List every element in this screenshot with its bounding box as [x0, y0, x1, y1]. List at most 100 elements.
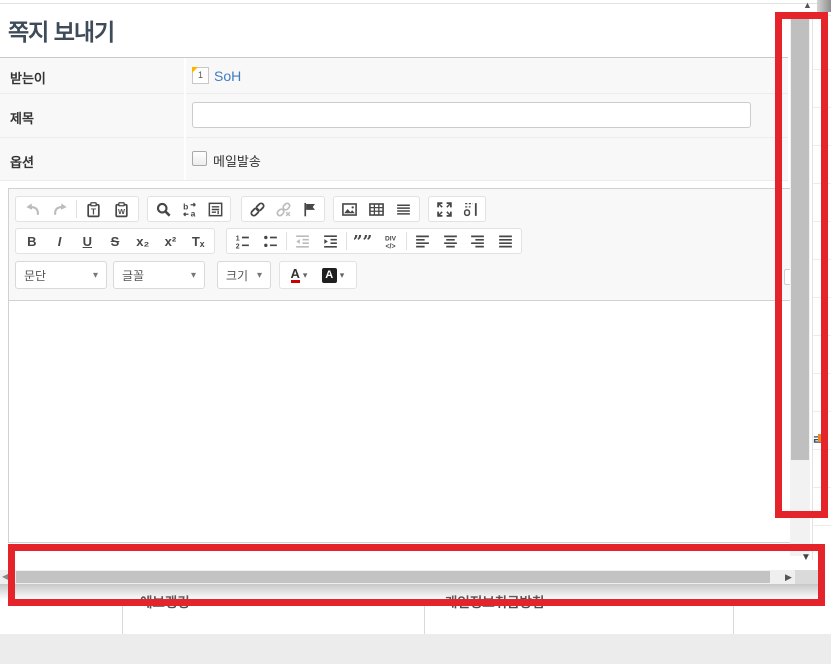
top-divider: [0, 3, 817, 4]
anchor-flag-icon: [301, 201, 318, 218]
vertical-scrollbar-track[interactable]: [790, 12, 810, 556]
chevron-down-icon: ▾: [191, 270, 196, 281]
font-dropdown[interactable]: 글꼴 ▾: [113, 261, 205, 289]
strikethrough-button[interactable]: S: [101, 230, 129, 252]
size-label: 크기: [226, 267, 248, 284]
table-button[interactable]: [363, 198, 390, 220]
decrease-indent-button[interactable]: [289, 230, 317, 252]
scroll-left-icon[interactable]: ◀: [2, 572, 8, 582]
horizontal-scrollbar-track[interactable]: [0, 570, 818, 584]
subject-label: 제목: [10, 108, 34, 127]
unlink-button[interactable]: [270, 198, 296, 220]
maximize-icon: [436, 201, 453, 218]
editor-toolbar: B I U S x₂ x² Tₓ: [9, 189, 800, 301]
subject-input[interactable]: [192, 102, 751, 128]
div-container-button[interactable]: [376, 230, 404, 252]
mail-send-checkbox-label: 메일발송: [213, 151, 261, 170]
replace-icon: [181, 201, 198, 218]
mail-send-checkbox[interactable]: [192, 151, 207, 166]
unlink-icon: [275, 201, 292, 218]
show-blocks-button[interactable]: [457, 198, 483, 220]
image-icon: [341, 201, 358, 218]
bulleted-list-icon: [262, 233, 279, 250]
page-title: 쪽지 보내기: [8, 13, 114, 47]
chevron-down-icon: ▾: [93, 270, 98, 281]
scroll-down-icon[interactable]: ▼: [801, 552, 811, 564]
align-right-button[interactable]: [464, 230, 492, 252]
redo-button[interactable]: [46, 198, 74, 220]
select-all-button[interactable]: [202, 198, 228, 220]
paste-from-word-button[interactable]: [107, 198, 135, 220]
image-button[interactable]: [336, 198, 363, 220]
superscript-button[interactable]: x²: [157, 230, 185, 252]
background-color-icon: A: [322, 268, 337, 283]
option-row: [0, 138, 788, 181]
italic-button[interactable]: I: [46, 230, 74, 252]
div-container-icon: [382, 233, 399, 250]
horizontal-scrollbar-thumb[interactable]: [16, 571, 770, 583]
search-icon: [155, 201, 172, 218]
paragraph-format-dropdown[interactable]: 문단 ▾: [15, 261, 107, 289]
remove-format-button[interactable]: Tₓ: [184, 230, 212, 252]
recipient-link[interactable]: SoH: [214, 68, 241, 84]
align-center-button[interactable]: [436, 230, 464, 252]
outdent-icon: [294, 233, 311, 250]
column-gap: [184, 58, 186, 180]
numbered-list-icon: [234, 233, 251, 250]
background-color-button[interactable]: A ▾: [316, 263, 350, 287]
underline-button[interactable]: U: [73, 230, 101, 252]
horizontal-rule-button[interactable]: [390, 198, 417, 220]
horizontal-rule-icon: [395, 201, 412, 218]
send-note-popup: 쪽지 보내기 받는이 1 SoH 제목 옵션 메일발송: [0, 0, 831, 664]
clipped-background-accent: [818, 434, 822, 442]
align-left-icon: [414, 233, 431, 250]
editor-content-area[interactable]: [9, 301, 800, 542]
anchor-button[interactable]: [296, 198, 322, 220]
toolbar-group-tools: [428, 196, 486, 222]
recipient-row: [0, 58, 788, 94]
subscript-button[interactable]: x₂: [129, 230, 157, 252]
footer-divider: [122, 606, 123, 634]
toolbar-group-insert: [333, 196, 420, 222]
numbered-list-button[interactable]: [229, 230, 257, 252]
toolbar-group-clipboard: [15, 196, 139, 222]
bulleted-list-button[interactable]: [257, 230, 285, 252]
bold-button[interactable]: B: [18, 230, 46, 252]
align-left-button[interactable]: [409, 230, 437, 252]
rich-text-editor: B I U S x₂ x² Tₓ: [8, 188, 801, 543]
recipient-label: 받는이: [10, 68, 46, 87]
find-button[interactable]: [150, 198, 176, 220]
blockquote-button[interactable]: [349, 230, 377, 252]
align-justify-button[interactable]: [491, 230, 519, 252]
toolbar-group-paragraph: [226, 228, 522, 254]
scroll-right-icon[interactable]: ▶: [785, 571, 792, 583]
footer-divider: [733, 606, 734, 634]
blockquote-icon: [354, 233, 371, 250]
maximize-button[interactable]: [431, 198, 457, 220]
paste-word-icon: [113, 201, 130, 218]
undo-button[interactable]: [18, 198, 46, 220]
paste-plain-text-button[interactable]: [79, 198, 107, 220]
separator: [346, 232, 347, 250]
chevron-down-icon: ▾: [257, 270, 262, 281]
toolbar-group-links: [241, 196, 325, 222]
undo-icon: [24, 201, 41, 218]
increase-indent-button[interactable]: [316, 230, 344, 252]
chevron-down-icon: ▾: [340, 270, 345, 281]
align-justify-icon: [497, 233, 514, 250]
paste-text-icon: [85, 201, 102, 218]
paragraph-format-label: 문단: [24, 267, 46, 284]
link-button[interactable]: [244, 198, 270, 220]
separator: [286, 232, 287, 250]
size-dropdown[interactable]: 크기 ▾: [217, 261, 271, 289]
align-right-icon: [469, 233, 486, 250]
toolbar-group-colors: A ▾ A ▾: [279, 261, 357, 289]
footer-divider: [424, 606, 425, 634]
separator: [406, 232, 407, 250]
text-color-button[interactable]: A ▾: [282, 263, 316, 287]
replace-button[interactable]: [176, 198, 202, 220]
separator: [76, 200, 77, 218]
align-center-icon: [442, 233, 459, 250]
vertical-scrollbar-thumb[interactable]: [791, 18, 809, 460]
scroll-up-icon[interactable]: ▲: [803, 0, 812, 10]
